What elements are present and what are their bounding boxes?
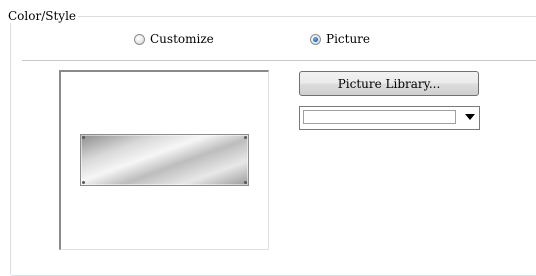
radio-icon[interactable]: [134, 33, 145, 45]
rivet-icon: [82, 181, 85, 184]
section-divider: [22, 60, 536, 61]
picture-select[interactable]: [299, 106, 480, 130]
rivet-icon: [244, 181, 247, 184]
picture-select-value[interactable]: [303, 110, 456, 124]
group-title: Color/Style: [6, 9, 79, 23]
rivet-icon: [82, 136, 85, 139]
radio-icon[interactable]: [310, 33, 321, 45]
picture-sample: [80, 134, 249, 186]
customize-radio[interactable]: Customize: [134, 31, 214, 47]
customize-radio-label[interactable]: Customize: [150, 32, 214, 46]
picture-radio[interactable]: Picture: [310, 31, 370, 47]
chevron-down-icon[interactable]: [465, 114, 475, 120]
picture-radio-label[interactable]: Picture: [326, 32, 370, 46]
picture-preview: [59, 70, 269, 250]
picture-library-button[interactable]: Picture Library...: [299, 71, 479, 96]
rivet-icon: [244, 136, 247, 139]
